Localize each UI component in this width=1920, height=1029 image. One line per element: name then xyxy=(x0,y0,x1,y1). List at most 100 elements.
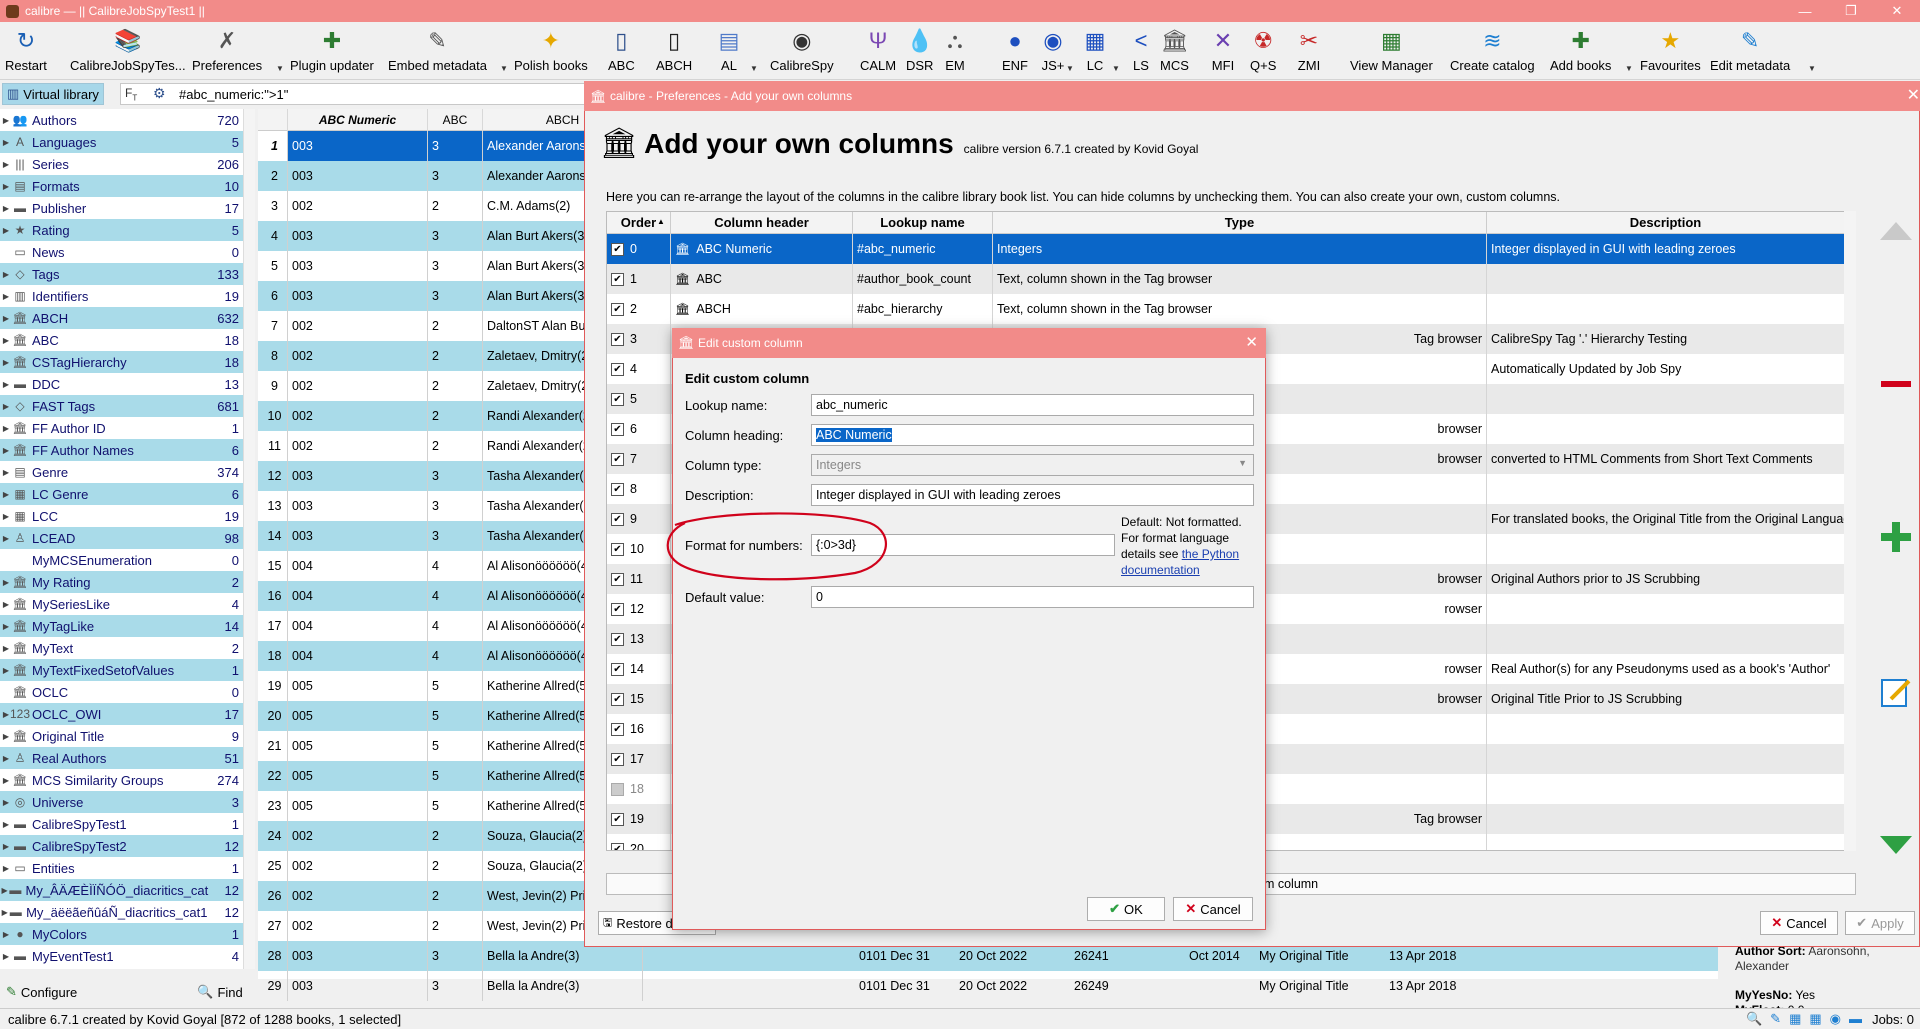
expand-arrow-icon[interactable]: ▶ xyxy=(0,622,12,631)
find-button[interactable]: Find xyxy=(217,985,242,1000)
toolbar-button-al[interactable]: ▤ AL xyxy=(716,24,742,78)
visibility-checkbox[interactable]: ✔ xyxy=(611,242,624,256)
expand-arrow-icon[interactable]: ▶ xyxy=(0,644,12,653)
dropdown-caret-icon[interactable]: ▼ xyxy=(276,64,284,73)
tag-browser-item[interactable]: ▶ 🏛 MyTagLike 14 xyxy=(0,615,243,637)
column-row[interactable]: ✔ 1 🏛 ABC #author_book_count Text, column sho… xyxy=(607,264,1855,294)
tag-browser-item[interactable]: ▶ ▦ LC Genre 6 xyxy=(0,483,243,505)
tag-browser-item[interactable]: ▶ 🏛 MyText 2 xyxy=(0,637,243,659)
prefs-apply-button[interactable]: ✔ Apply xyxy=(1845,911,1915,935)
expand-arrow-icon[interactable]: ▶ xyxy=(0,776,12,785)
expand-arrow-icon[interactable]: ▶ xyxy=(0,952,12,961)
expand-arrow-icon[interactable]: ▶ xyxy=(0,600,12,609)
expand-arrow-icon[interactable]: ▶ xyxy=(0,226,12,235)
dropdown-caret-icon[interactable]: ▼ xyxy=(1625,64,1633,73)
expand-arrow-icon[interactable]: ▶ xyxy=(0,578,12,587)
tag-browser-item[interactable]: ▶ ▬ My_äëëãeñûáÑ_diacritics_cat1 12 xyxy=(0,901,243,923)
toolbar-button-favourites[interactable]: ★ Favourites xyxy=(1640,24,1701,78)
visibility-checkbox[interactable]: ✔ xyxy=(611,572,624,586)
visibility-checkbox[interactable]: ✔ xyxy=(611,332,624,346)
visibility-checkbox[interactable]: ✔ xyxy=(611,842,624,850)
toolbar-button-edit-metadata[interactable]: ✎ Edit metadata xyxy=(1710,24,1790,78)
expand-arrow-icon[interactable]: ▶ xyxy=(0,908,9,917)
visibility-checkbox[interactable]: ✔ xyxy=(611,422,624,436)
tag-browser-item[interactable]: ▶ ▬ CalibreSpyTest2 12 xyxy=(0,835,243,857)
tag-browser-item[interactable]: ▶ ▥ Identifiers 19 xyxy=(0,285,243,307)
expand-arrow-icon[interactable]: ▶ xyxy=(0,204,12,213)
tag-browser-item[interactable]: ▶ ▬ MyEventTest1 4 xyxy=(0,945,243,967)
tag-browser-item[interactable]: ▶ ||| Series 206 xyxy=(0,153,243,175)
expand-arrow-icon[interactable]: ▶ xyxy=(0,446,12,455)
expand-arrow-icon[interactable]: ▶ xyxy=(0,424,12,433)
ok-button[interactable]: ✔ OK xyxy=(1087,897,1165,921)
expand-arrow-icon[interactable]: ▶ xyxy=(0,820,12,829)
expand-arrow-icon[interactable]: ▶ xyxy=(0,798,12,807)
expand-arrow-icon[interactable]: ▶ xyxy=(0,864,12,873)
expand-arrow-icon[interactable]: ▶ xyxy=(0,402,12,411)
expand-arrow-icon[interactable]: ▶ xyxy=(0,358,12,367)
visibility-checkbox[interactable]: ✔ xyxy=(611,662,624,676)
tag-browser-item[interactable]: ▶ ♙ Real Authors 51 xyxy=(0,747,243,769)
toolbar-button-js-[interactable]: ◉ JS+ xyxy=(1040,24,1066,78)
tag-browser-item[interactable]: ▶ ◎ Universe 3 xyxy=(0,791,243,813)
visibility-checkbox[interactable]: ✔ xyxy=(611,722,624,736)
expand-arrow-icon[interactable]: ▶ xyxy=(0,930,12,939)
ft-search-icon[interactable]: FT xyxy=(125,86,137,102)
tag-browser-item[interactable]: ▶ 🏛 MCS Similarity Groups 274 xyxy=(0,769,243,791)
maximize-button[interactable]: ❐ xyxy=(1828,0,1874,22)
tag-browser-item[interactable]: ▶ 🏛 ABC 18 xyxy=(0,329,243,351)
description-input[interactable]: Integer displayed in GUI with leading ze… xyxy=(811,484,1254,506)
tag-browser-item[interactable]: ▶ A Languages 5 xyxy=(0,131,243,153)
visibility-checkbox[interactable]: ✔ xyxy=(611,632,624,646)
tag-browser-item[interactable]: ▶ ▬ CalibreSpyTest1 1 xyxy=(0,813,243,835)
tag-browser-item[interactable]: ▶ ★ Rating 5 xyxy=(0,219,243,241)
close-dialog-icon[interactable]: ✕ xyxy=(1245,333,1258,351)
column-row[interactable]: ✔ 0 🏛 ABC Numeric #abc_numeric Integers Intege… xyxy=(607,234,1855,264)
toolbar-button-dsr[interactable]: 💧 DSR xyxy=(906,24,933,78)
virtual-library-button[interactable]: ▥ Virtual library xyxy=(2,83,104,105)
toolbar-button-calibrejobspytes-[interactable]: 📚 CalibreJobSpyTes... xyxy=(70,24,186,78)
column-header-0[interactable]: ABC Numeric xyxy=(288,109,428,131)
toolbar-button-plugin-updater[interactable]: ✚ Plugin updater xyxy=(290,24,374,78)
toolbar-button-lc[interactable]: ▦ LC xyxy=(1082,24,1108,78)
visibility-checkbox[interactable]: ✔ xyxy=(611,602,624,616)
toolbar-button-q-s[interactable]: ☢ Q+S xyxy=(1250,24,1276,78)
columns-table-header-3[interactable]: Type xyxy=(993,212,1487,234)
search-input[interactable]: FT ⚙ #abc_numeric:">1" xyxy=(120,83,590,105)
expand-arrow-icon[interactable]: ▶ xyxy=(0,138,12,147)
column-type-select[interactable]: Integers ▼ xyxy=(811,454,1254,476)
tag-browser-item[interactable]: ▭ News 0 xyxy=(0,241,243,263)
visibility-checkbox[interactable] xyxy=(611,782,624,796)
expand-arrow-icon[interactable]: ▶ xyxy=(0,886,9,895)
expand-arrow-icon[interactable]: ▶ xyxy=(0,512,12,521)
dropdown-caret-icon[interactable]: ▼ xyxy=(500,64,508,73)
tag-browser-item[interactable]: ▶ 🏛 ABCH 632 xyxy=(0,307,243,329)
tag-browser-item[interactable]: ▶ 🏛 FF Author Names 6 xyxy=(0,439,243,461)
tag-browser-item[interactable]: ▶ 🏛 MyTextFixedSetofValues 1 xyxy=(0,659,243,681)
expand-arrow-icon[interactable]: ▶ xyxy=(0,292,12,301)
edit-column-button[interactable] xyxy=(1876,672,1916,712)
column-heading-input[interactable]: ABC Numeric xyxy=(811,424,1254,446)
expand-arrow-icon[interactable]: ▶ xyxy=(0,380,12,389)
columns-table-header-2[interactable]: Lookup name xyxy=(853,212,993,234)
visibility-checkbox[interactable]: ✔ xyxy=(611,302,624,316)
expand-arrow-icon[interactable]: ▶ xyxy=(0,314,12,323)
visibility-checkbox[interactable]: ✔ xyxy=(611,272,624,286)
default-value-input[interactable]: 0 xyxy=(811,586,1254,608)
tag-browser-item[interactable]: MyMCSEnumeration 0 xyxy=(0,549,243,571)
tag-browser-item[interactable]: ▶ ▭ Entities 1 xyxy=(0,857,243,879)
tag-browser-item[interactable]: ▶ ▦ LCC 19 xyxy=(0,505,243,527)
visibility-checkbox[interactable]: ✔ xyxy=(611,542,624,556)
column-header-1[interactable]: ABC xyxy=(428,109,483,131)
tag-browser-item[interactable]: 🏛 OCLC 0 xyxy=(0,681,243,703)
expand-arrow-icon[interactable]: ▶ xyxy=(0,468,12,477)
dropdown-caret-icon[interactable]: ▼ xyxy=(1808,64,1816,73)
toolbar-button-polish-books[interactable]: ✦ Polish books xyxy=(514,24,588,78)
expand-arrow-icon[interactable]: ▶ xyxy=(0,842,12,851)
gear-icon[interactable]: ⚙ xyxy=(153,85,166,102)
close-preferences-icon[interactable]: ✕ xyxy=(1907,85,1920,105)
columns-table-scrollbar[interactable] xyxy=(1844,211,1856,851)
toolbar-button-calibrespy[interactable]: ◉ CalibreSpy xyxy=(770,24,834,78)
column-row[interactable]: ✔ 2 🏛 ABCH #abc_hierarchy Text, column shown … xyxy=(607,294,1855,324)
tag-browser-item[interactable]: ▶ ◇ Tags 133 xyxy=(0,263,243,285)
